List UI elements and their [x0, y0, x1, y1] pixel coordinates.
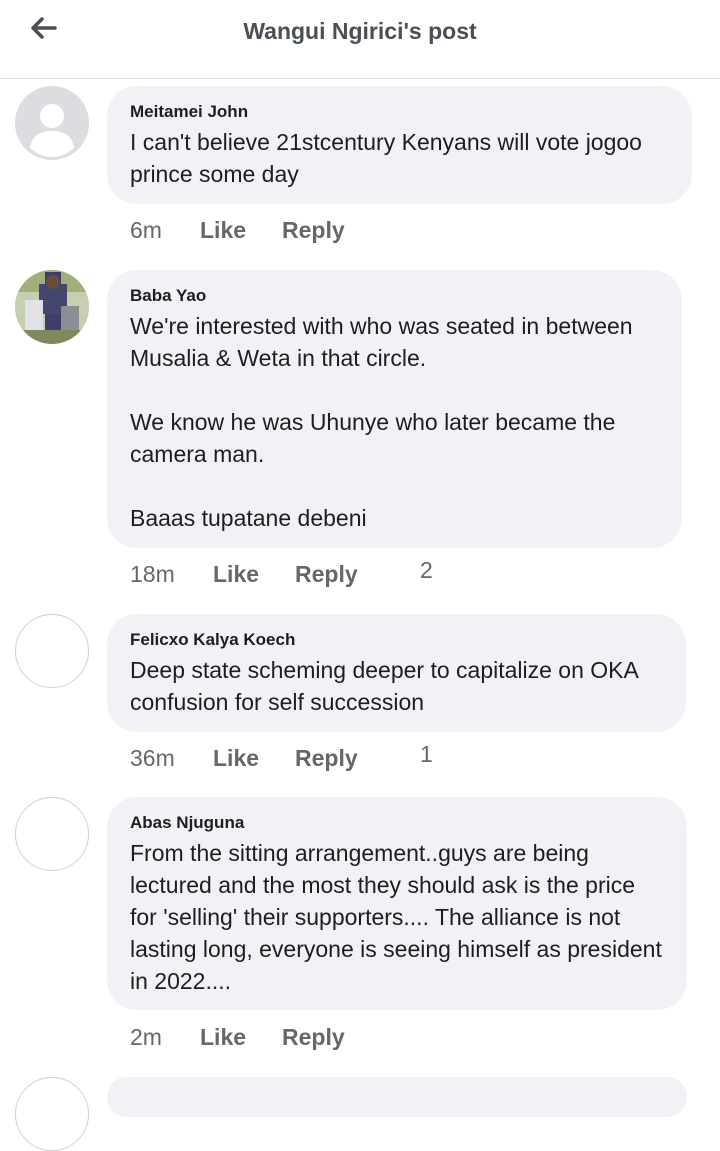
- top-bar: Wangui Ngirici's post: [0, 0, 720, 79]
- comment-author[interactable]: Felicxo Kalya Koech: [130, 630, 662, 650]
- like-button[interactable]: Like: [200, 1024, 246, 1051]
- comment-time[interactable]: 36m: [130, 745, 175, 772]
- avatar[interactable]: [15, 86, 89, 160]
- like-button[interactable]: Like: [200, 217, 246, 244]
- comment-time[interactable]: 6m: [130, 217, 162, 244]
- reply-button[interactable]: Reply: [295, 745, 358, 772]
- like-button[interactable]: Like: [213, 561, 259, 588]
- reply-button[interactable]: Reply: [295, 561, 358, 588]
- reply-button[interactable]: Reply: [282, 217, 345, 244]
- reply-count[interactable]: 1: [420, 741, 433, 768]
- reply-button[interactable]: Reply: [282, 1024, 345, 1051]
- comment-bubble: Baba Yao We're interested with who was s…: [107, 270, 682, 548]
- comment-bubble: Meitamei John I can't believe 21stcentur…: [107, 86, 692, 204]
- comment-text: From the sitting arrangement..guys are b…: [130, 840, 662, 994]
- photo-avatar-icon: [15, 270, 89, 344]
- page-title: Wangui Ngirici's post: [243, 18, 477, 44]
- comment-author[interactable]: Meitamei John: [130, 102, 668, 122]
- reply-count[interactable]: 2: [420, 557, 433, 584]
- like-button[interactable]: Like: [213, 745, 259, 772]
- comment-author[interactable]: Baba Yao: [130, 286, 658, 306]
- comment-bubble: Abas Njuguna From the sitting arrangemen…: [107, 797, 687, 1010]
- comment-time[interactable]: 2m: [130, 1024, 162, 1051]
- avatar[interactable]: [15, 797, 89, 871]
- avatar[interactable]: [15, 270, 89, 344]
- next-comment-avatar[interactable]: [15, 1077, 89, 1151]
- comment-text: Deep state scheming deeper to capitalize…: [130, 657, 638, 715]
- next-comment-bubble: [107, 1077, 687, 1117]
- comment-text: We're interested with who was seated in …: [130, 313, 633, 531]
- comment-bubble: Felicxo Kalya Koech Deep state scheming …: [107, 614, 686, 732]
- default-user-avatar-icon: [15, 86, 89, 160]
- comment-author[interactable]: Abas Njuguna: [130, 813, 663, 833]
- avatar[interactable]: [15, 614, 89, 688]
- comment-text: I can't believe 21stcentury Kenyans will…: [130, 129, 642, 187]
- comment-time[interactable]: 18m: [130, 561, 175, 588]
